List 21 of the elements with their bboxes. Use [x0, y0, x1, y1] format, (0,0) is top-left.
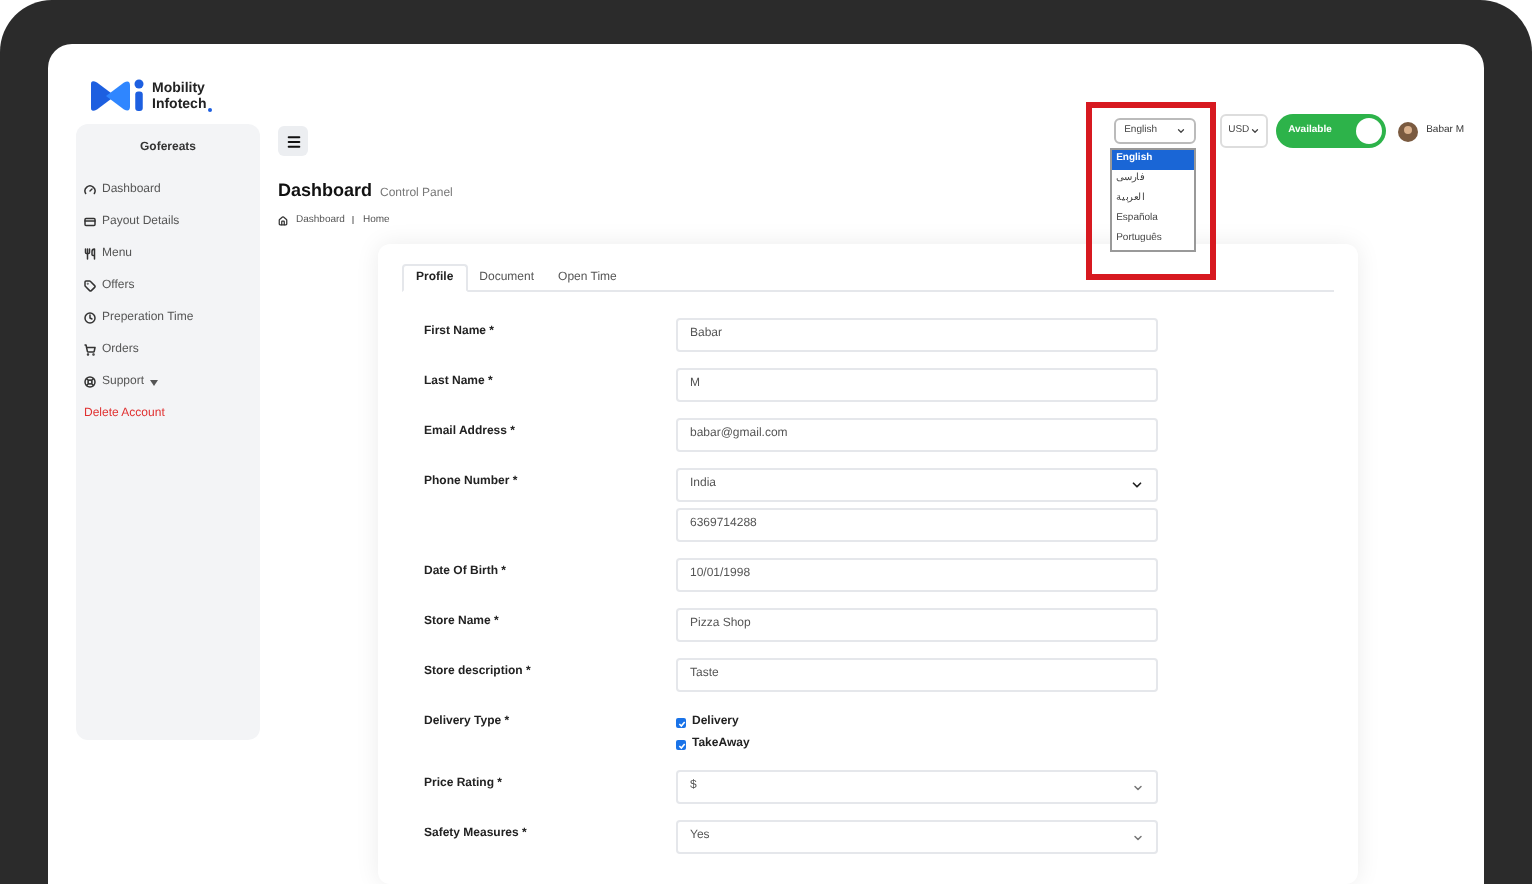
- lifebuoy-icon: [84, 376, 96, 388]
- checkbox[interactable]: [676, 718, 686, 728]
- clock-icon: [84, 312, 96, 324]
- chevron-down-icon: [1250, 126, 1261, 136]
- menu-icon: [285, 133, 301, 149]
- gauge-icon: [84, 184, 96, 196]
- chevron-down-icon: [1132, 781, 1144, 793]
- avatar-icon: [1398, 121, 1419, 141]
- chevron-down-icon: [1130, 478, 1144, 492]
- logo-icon: [88, 76, 148, 116]
- page-title: Dashboard: [278, 178, 373, 204]
- cart-icon: [84, 344, 96, 356]
- chevron-down-icon: [1132, 831, 1144, 843]
- menu-button[interactable]: [278, 126, 308, 156]
- chevron-down-icon: [1176, 126, 1187, 136]
- tag-icon: [84, 280, 96, 292]
- home-icon: [278, 215, 288, 226]
- caret-icon: [150, 379, 159, 385]
- checkbox[interactable]: [676, 740, 686, 750]
- card-icon: [84, 216, 96, 228]
- utensils-icon: [84, 248, 96, 260]
